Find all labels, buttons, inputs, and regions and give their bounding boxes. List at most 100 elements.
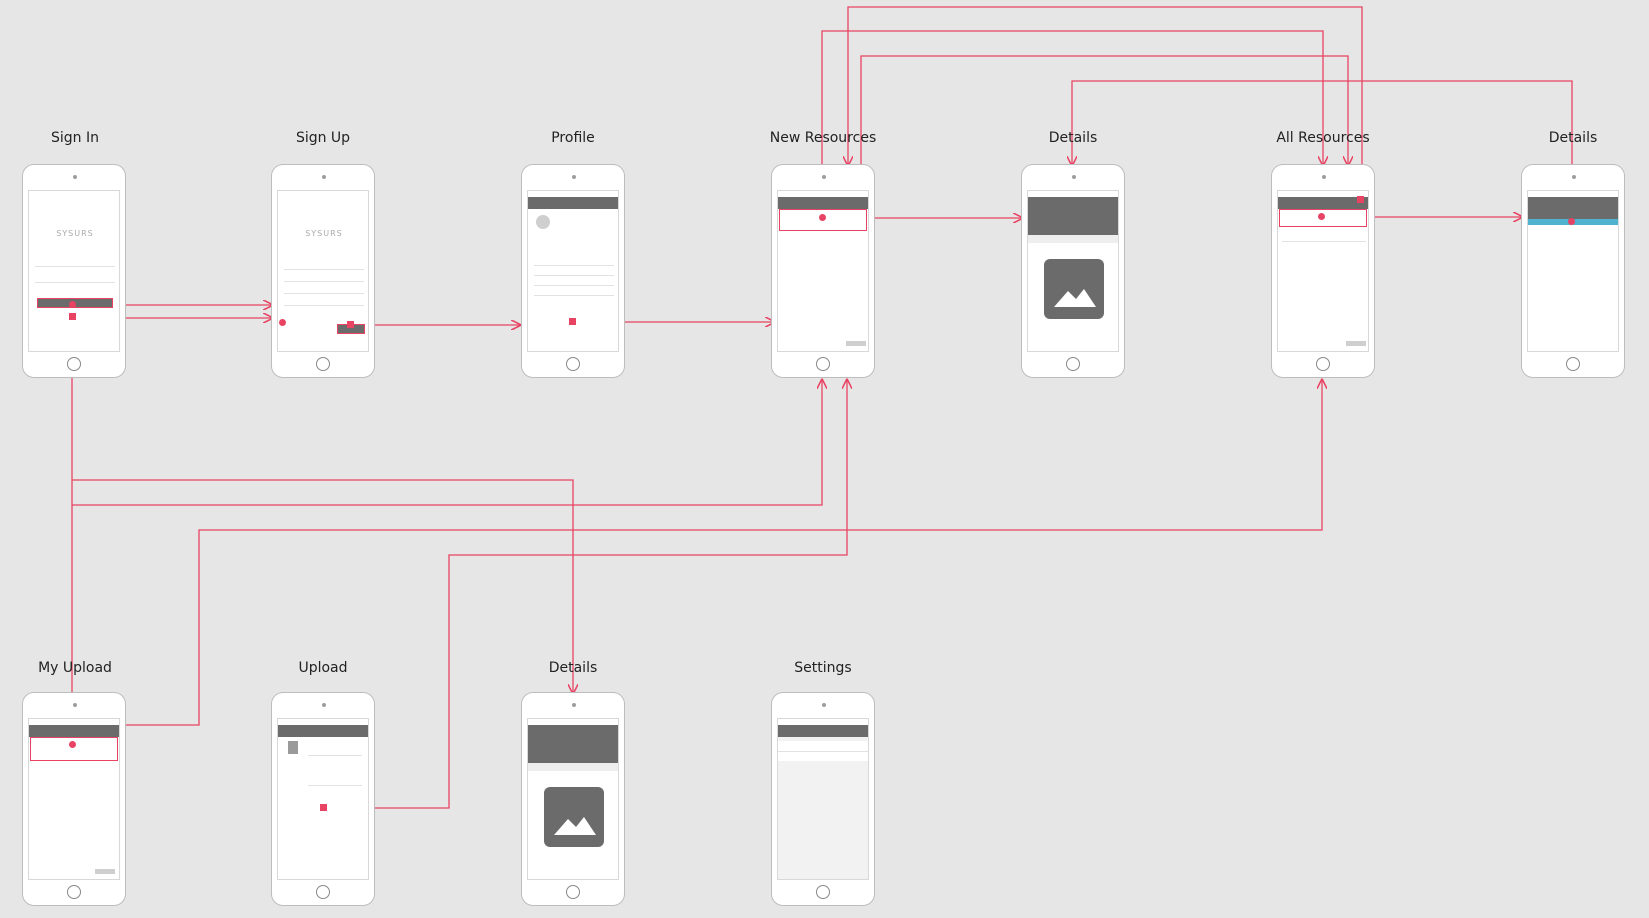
title-details-2: Details (1548, 130, 1598, 146)
hotspot-dot (69, 301, 76, 308)
home-button (67, 357, 81, 371)
divider (534, 295, 614, 296)
nav-bar (778, 197, 868, 209)
app-logo: SYSURS (56, 229, 94, 238)
title-my-upload: My Upload (38, 660, 112, 676)
title-sign-up: Sign Up (295, 130, 351, 146)
home-button (67, 885, 81, 899)
home-button (566, 357, 580, 371)
nav-bar (528, 197, 618, 209)
title-settings: Settings (794, 660, 852, 676)
title-new-resources: New Resources (769, 130, 877, 146)
speaker-icon (1072, 175, 1076, 179)
link-signin-newres (72, 380, 822, 506)
phone-details-3 (521, 692, 625, 906)
divider (1282, 241, 1366, 242)
details-header (528, 725, 618, 763)
home-button (1566, 357, 1580, 371)
divider (534, 285, 614, 286)
phone-my-upload (22, 692, 126, 906)
title-details-3: Details (548, 660, 598, 676)
speaker-icon (322, 175, 326, 179)
details-subbar (528, 763, 618, 771)
home-button (1316, 357, 1330, 371)
title-sign-in: Sign In (51, 130, 99, 146)
title-all-resources: All Resources (1276, 130, 1370, 146)
phone-details-1 (1021, 164, 1125, 378)
status-bar (1028, 191, 1118, 197)
speaker-icon (1572, 175, 1576, 179)
field-line (35, 266, 115, 267)
status-bar (528, 719, 618, 725)
file-icon (288, 741, 298, 754)
divider (534, 275, 614, 276)
hotspot-square (569, 318, 576, 325)
field-line (308, 755, 362, 756)
footer-button[interactable] (95, 869, 115, 874)
screen-details-1 (1027, 190, 1119, 352)
speaker-icon (322, 703, 326, 707)
speaker-icon (572, 703, 576, 707)
image-placeholder-icon (1044, 259, 1104, 319)
nav-bar (278, 725, 368, 737)
speaker-icon (1322, 175, 1326, 179)
details-header (1528, 197, 1618, 219)
footer-button[interactable] (1346, 341, 1366, 346)
title-details-1: Details (1048, 130, 1098, 146)
field-line (284, 269, 364, 270)
field-line (35, 282, 115, 283)
phone-new-resources (771, 164, 875, 378)
status-bar (1528, 191, 1618, 197)
wireflow-canvas: Sign In SYSURS Sign Up SYSURS Profile Ne… (0, 0, 1649, 918)
phone-details-2 (1521, 164, 1625, 378)
details-header (1028, 197, 1118, 235)
screen-details-3 (527, 718, 619, 880)
footer-button[interactable] (846, 341, 866, 346)
speaker-icon (73, 175, 77, 179)
title-upload: Upload (298, 660, 348, 676)
speaker-icon (822, 175, 826, 179)
phone-upload (271, 692, 375, 906)
home-button (316, 885, 330, 899)
image-placeholder-icon (544, 787, 604, 847)
field-line (284, 293, 364, 294)
home-button (816, 885, 830, 899)
screen-profile (527, 190, 619, 352)
title-profile: Profile (551, 130, 595, 146)
avatar (536, 215, 550, 229)
hotspot-dot (1318, 213, 1325, 220)
phone-sign-up: SYSURS (271, 164, 375, 378)
nav-bar (1278, 197, 1368, 209)
details-subbar (1028, 235, 1118, 243)
field-line (284, 305, 364, 306)
screen-details-2 (1527, 190, 1619, 352)
app-logo: SYSURS (305, 229, 343, 238)
hotspot-square (1357, 196, 1364, 203)
phone-settings (771, 692, 875, 906)
speaker-icon (73, 703, 77, 707)
hotspot-dot (1568, 218, 1575, 225)
home-button (1066, 357, 1080, 371)
hotspot-dot (69, 741, 76, 748)
home-button (316, 357, 330, 371)
hotspot-square (69, 313, 76, 320)
hotspot-square (347, 321, 354, 328)
status-bar (278, 191, 368, 197)
phone-sign-in: SYSURS (22, 164, 126, 378)
home-button (566, 885, 580, 899)
field-line (308, 785, 362, 786)
nav-bar (29, 725, 119, 737)
nav-bar (778, 725, 868, 737)
divider (778, 751, 868, 752)
hotspot-square (320, 804, 327, 811)
screen-sign-in: SYSURS (28, 190, 120, 352)
hotspot-dot (819, 214, 826, 221)
speaker-icon (822, 703, 826, 707)
screen-upload (277, 718, 369, 880)
phone-profile (521, 164, 625, 378)
screen-sign-up: SYSURS (277, 190, 369, 352)
screen-settings (777, 718, 869, 880)
status-bar (29, 191, 119, 197)
home-button (816, 357, 830, 371)
hotspot-dot (279, 319, 286, 326)
